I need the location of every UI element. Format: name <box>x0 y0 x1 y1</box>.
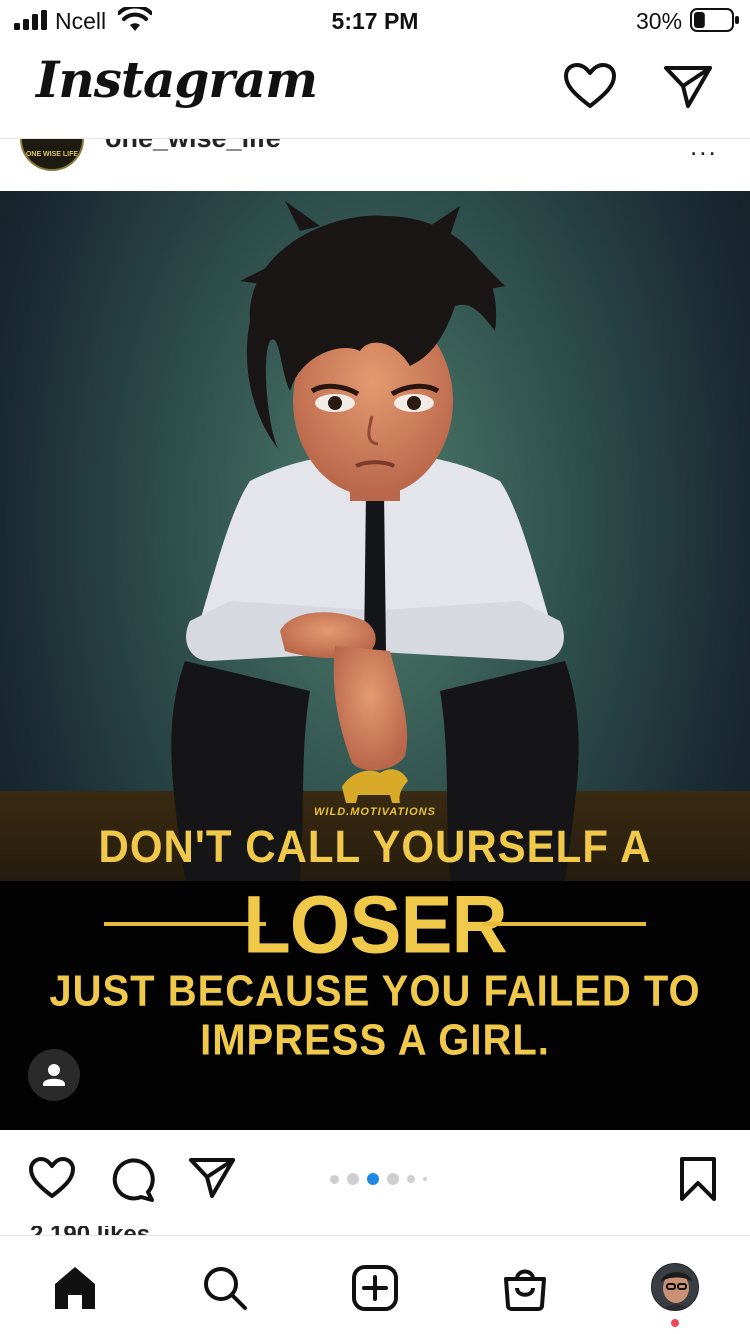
quote-line-4: IMPRESS A GIRL. <box>200 1015 550 1065</box>
battery-percent: 30% <box>636 8 683 34</box>
post-header: ONE WISE LIFE one_wise_life ... <box>0 139 750 191</box>
share-icon[interactable] <box>188 1156 236 1200</box>
carousel-indicator <box>330 1173 427 1185</box>
like-heart-icon[interactable] <box>28 1156 76 1200</box>
post-username[interactable]: one_wise_life <box>105 139 281 154</box>
carousel-dot <box>347 1173 359 1185</box>
new-post-icon[interactable] <box>351 1264 399 1312</box>
send-icon[interactable] <box>662 62 714 110</box>
shop-icon[interactable] <box>501 1264 549 1312</box>
watermark: WILD.MOTIVATIONS <box>314 806 436 818</box>
bookmark-icon[interactable] <box>678 1156 718 1202</box>
carousel-dot <box>387 1173 399 1185</box>
bottom-nav <box>0 1235 750 1334</box>
post-actions: 2,190 likes <box>0 1130 750 1236</box>
home-icon[interactable] <box>51 1264 99 1312</box>
heart-icon[interactable] <box>563 62 617 110</box>
post-image[interactable]: WILD.MOTIVATIONS DON'T CALL YOURSELF A L… <box>0 191 750 1130</box>
app-header: Instagram <box>0 42 750 139</box>
person-icon <box>43 1064 65 1086</box>
notification-dot <box>671 1319 679 1327</box>
instagram-logo[interactable]: Instagram <box>36 50 318 109</box>
avatar-logo-text: ONE WISE LIFE <box>25 151 79 158</box>
post-avatar[interactable]: ONE WISE LIFE <box>20 139 84 171</box>
carousel-dot-active <box>367 1173 379 1185</box>
carousel-dot <box>407 1175 415 1183</box>
tagged-users-button[interactable] <box>28 1049 80 1101</box>
profile-picture <box>652 1264 698 1310</box>
carousel-dot <box>330 1174 339 1184</box>
more-options-icon[interactable]: ... <box>690 139 718 162</box>
profile-avatar[interactable] <box>651 1263 699 1311</box>
carousel-dot <box>423 1177 427 1181</box>
quote-line-3: JUST BECAUSE YOU FAILED TO <box>49 966 701 1016</box>
quote-line-1: DON'T CALL YOURSELF A <box>98 821 652 872</box>
battery-icon <box>690 8 739 32</box>
comment-icon[interactable] <box>108 1155 156 1203</box>
status-bar: Ncell 5:17 PM 30% <box>0 0 750 42</box>
search-icon[interactable] <box>201 1264 249 1312</box>
decorative-rule-right <box>483 922 646 926</box>
